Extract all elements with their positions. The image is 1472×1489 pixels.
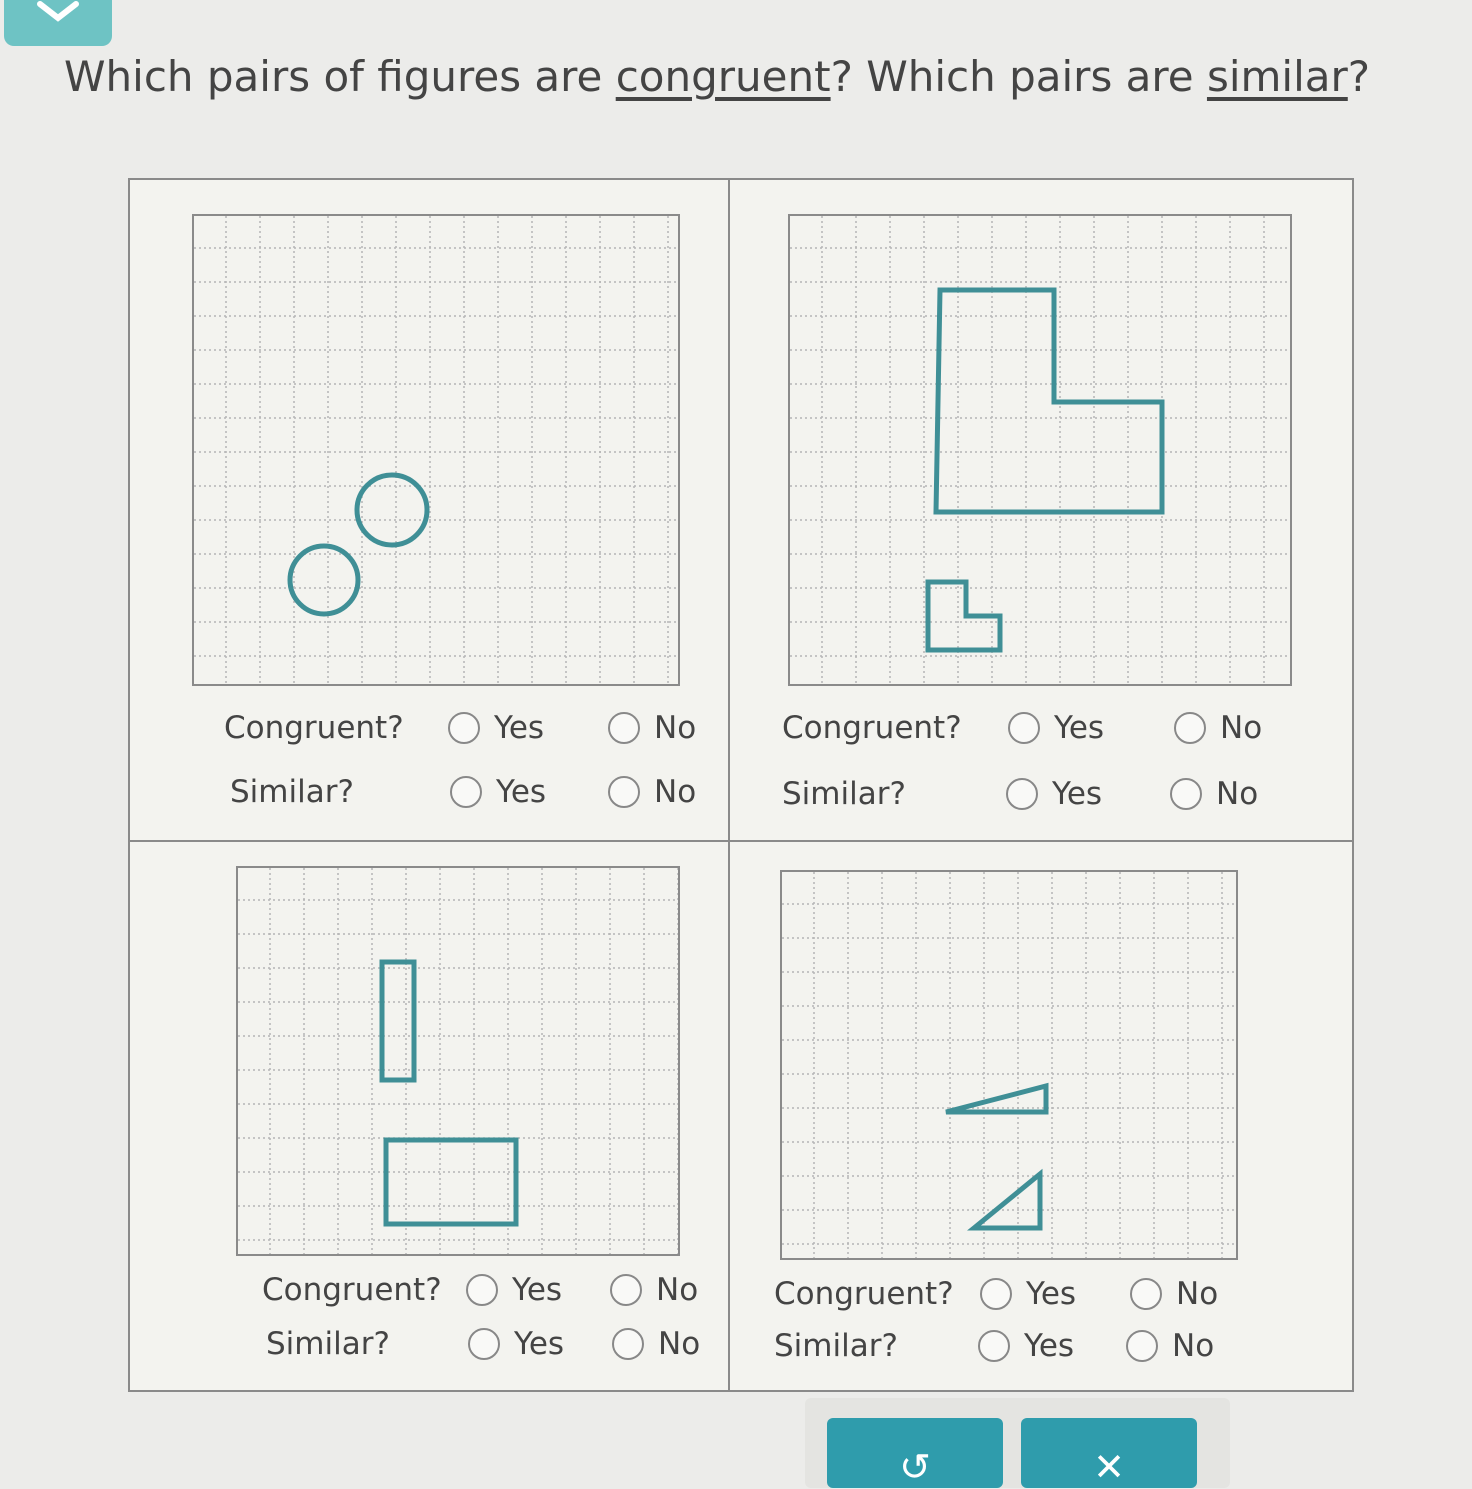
similar-term-link[interactable]: similar <box>1207 52 1348 101</box>
similar-row-3: Similar? Yes No <box>130 1326 728 1366</box>
clear-button[interactable]: ✕ <box>1021 1418 1197 1488</box>
congruent-label: Congruent? <box>262 1272 442 1308</box>
question-prefix: Which pairs of figures are <box>64 52 616 101</box>
no-label: No <box>658 1326 701 1362</box>
undo-icon: ↺ <box>899 1445 931 1489</box>
congruent-term-link[interactable]: congruent <box>616 52 831 101</box>
congruent-label: Congruent? <box>774 1276 954 1312</box>
yes-label: Yes <box>1054 710 1105 746</box>
no-label: No <box>1176 1276 1219 1312</box>
pair-3-similar-yes[interactable]: Yes <box>468 1326 564 1362</box>
radio-circle-icon[interactable] <box>610 1274 642 1306</box>
pair-2-similar-yes[interactable]: Yes <box>1006 776 1102 812</box>
figure-l-shape-small <box>925 579 1003 653</box>
congruent-row-2: Congruent? Yes No <box>730 710 1350 750</box>
question-middle: ? Which pairs are <box>830 52 1207 101</box>
chevron-down-icon <box>37 1 79 22</box>
yes-label: Yes <box>512 1272 563 1308</box>
question-prompt: Which pairs of figures are congruent? Wh… <box>64 52 1370 101</box>
radio-circle-icon[interactable] <box>612 1328 644 1360</box>
yes-label: Yes <box>494 710 545 746</box>
radio-circle-icon[interactable] <box>978 1330 1010 1362</box>
similar-label: Similar? <box>774 1328 898 1364</box>
grid-pair-1 <box>192 214 680 686</box>
pair-3-congruent-no[interactable]: No <box>610 1272 698 1308</box>
close-icon: ✕ <box>1093 1445 1125 1489</box>
radio-circle-icon[interactable] <box>1008 712 1040 744</box>
pair-3-similar-no[interactable]: No <box>612 1326 700 1362</box>
figure-circle-large <box>354 472 430 548</box>
radio-circle-icon[interactable] <box>608 776 640 808</box>
pair-2-similar-no[interactable]: No <box>1170 776 1258 812</box>
congruent-label: Congruent? <box>782 710 962 746</box>
top-tab[interactable] <box>4 0 112 46</box>
congruent-row-4: Congruent? Yes No <box>730 1276 1350 1316</box>
similar-row-2: Similar? Yes No <box>730 776 1350 816</box>
pair-3: Congruent? Yes No Similar? Yes No <box>130 842 728 1390</box>
radio-circle-icon[interactable] <box>608 712 640 744</box>
pair-1-similar-no[interactable]: No <box>608 774 696 810</box>
radio-circle-icon[interactable] <box>448 712 480 744</box>
pair-2-congruent-no[interactable]: No <box>1174 710 1262 746</box>
radio-circle-icon[interactable] <box>468 1328 500 1360</box>
yes-label: Yes <box>496 774 547 810</box>
similar-label: Similar? <box>230 774 354 810</box>
radio-circle-icon[interactable] <box>1170 778 1202 810</box>
pair-4-similar-yes[interactable]: Yes <box>978 1328 1074 1364</box>
yes-label: Yes <box>1052 776 1103 812</box>
pair-3-congruent-yes[interactable]: Yes <box>466 1272 562 1308</box>
figure-l-shape-large <box>933 287 1165 515</box>
pair-1-congruent-yes[interactable]: Yes <box>448 710 544 746</box>
pair-1-similar-yes[interactable]: Yes <box>450 774 546 810</box>
radio-circle-icon[interactable] <box>1126 1330 1158 1362</box>
yes-label: Yes <box>1024 1328 1075 1364</box>
congruent-row-1: Congruent? Yes No <box>130 710 728 750</box>
no-label: No <box>1172 1328 1215 1364</box>
no-label: No <box>1216 776 1259 812</box>
radio-circle-icon[interactable] <box>1174 712 1206 744</box>
similar-label: Similar? <box>266 1326 390 1362</box>
similar-row-4: Similar? Yes No <box>730 1328 1350 1368</box>
yes-label: Yes <box>1026 1276 1077 1312</box>
grid-pair-4 <box>780 870 1238 1260</box>
figure-circle-small <box>287 543 361 617</box>
radio-circle-icon[interactable] <box>1130 1278 1162 1310</box>
pairs-panel: Congruent? Yes No Similar? Yes No Congru… <box>128 178 1354 1392</box>
pair-2: Congruent? Yes No Similar? Yes No <box>730 180 1350 840</box>
answer-toolbar: ↺ ✕ <box>805 1398 1230 1488</box>
pair-4-congruent-yes[interactable]: Yes <box>980 1276 1076 1312</box>
no-label: No <box>654 710 697 746</box>
pair-1: Congruent? Yes No Similar? Yes No <box>130 180 728 840</box>
grid-pair-3 <box>236 866 680 1256</box>
similar-row-1: Similar? Yes No <box>130 774 728 814</box>
pair-2-congruent-yes[interactable]: Yes <box>1008 710 1104 746</box>
pair-1-congruent-no[interactable]: No <box>608 710 696 746</box>
congruent-row-3: Congruent? Yes No <box>130 1272 728 1312</box>
pair-4: Congruent? Yes No Similar? Yes No <box>730 842 1350 1390</box>
radio-circle-icon[interactable] <box>466 1274 498 1306</box>
pair-4-similar-no[interactable]: No <box>1126 1328 1214 1364</box>
no-label: No <box>654 774 697 810</box>
figure-rectangle-tall <box>379 959 417 1083</box>
figure-triangle-wide <box>945 1082 1049 1115</box>
similar-label: Similar? <box>782 776 906 812</box>
radio-circle-icon[interactable] <box>980 1278 1012 1310</box>
radio-circle-icon[interactable] <box>450 776 482 808</box>
figure-rectangle-wide <box>383 1137 519 1227</box>
radio-circle-icon[interactable] <box>1006 778 1038 810</box>
pair-4-congruent-no[interactable]: No <box>1130 1276 1218 1312</box>
yes-label: Yes <box>514 1326 565 1362</box>
no-label: No <box>1220 710 1263 746</box>
no-label: No <box>656 1272 699 1308</box>
undo-button[interactable]: ↺ <box>827 1418 1003 1488</box>
question-suffix: ? <box>1347 52 1371 101</box>
grid-pair-2 <box>788 214 1292 686</box>
congruent-label: Congruent? <box>224 710 404 746</box>
